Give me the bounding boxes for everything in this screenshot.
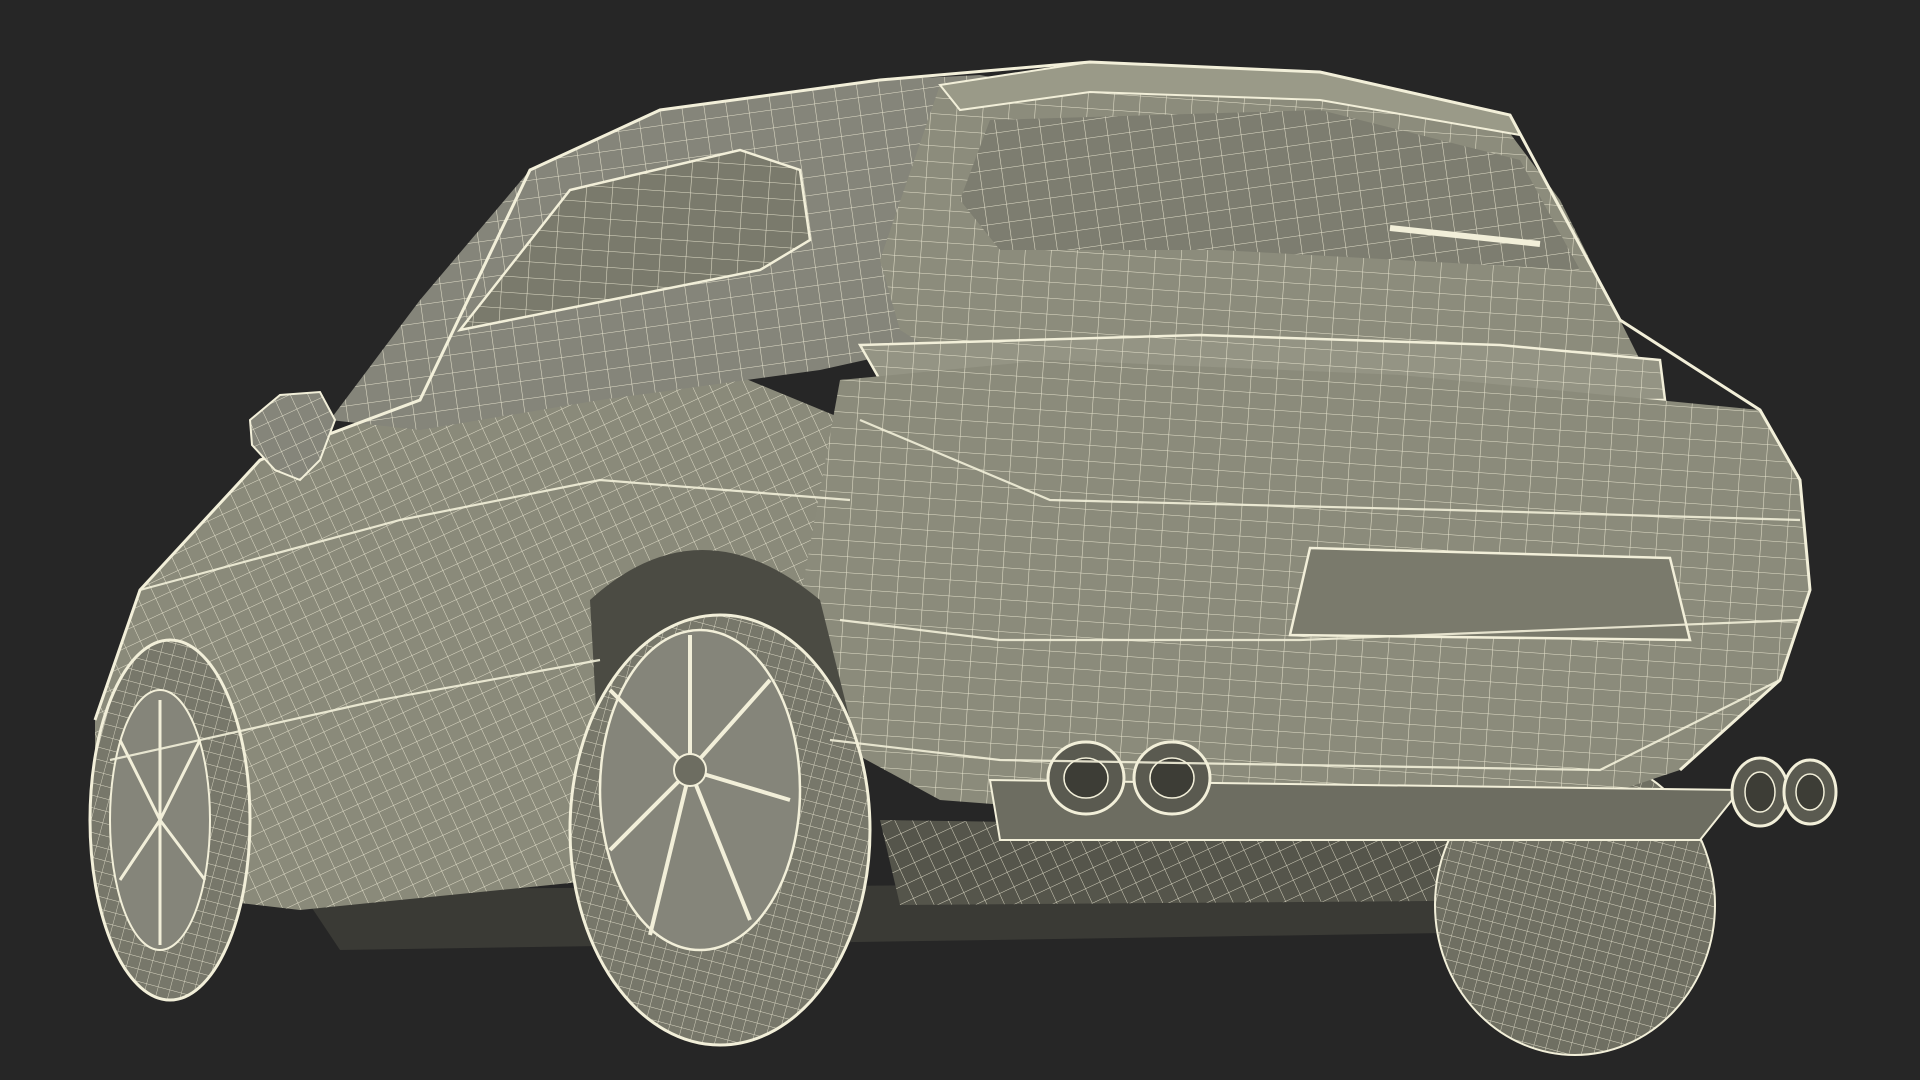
front-left-wheel (88, 638, 252, 1002)
render-viewport (0, 0, 1920, 1080)
rear-left-wheel (568, 613, 872, 1047)
car-wireframe-render (88, 60, 1838, 1056)
car-body (93, 60, 1812, 910)
